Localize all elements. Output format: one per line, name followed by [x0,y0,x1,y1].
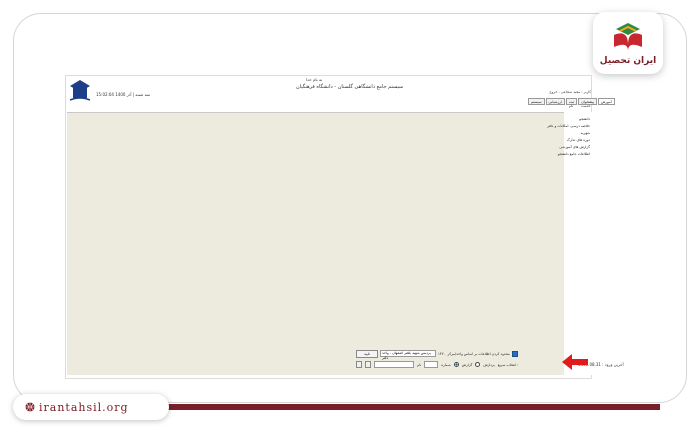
info-button[interactable] [365,361,371,368]
unit-select[interactable]: پردیس شهید باهنر اصفهان - واحد دکتر [380,350,436,360]
header-basmala: به نام خدا [306,77,323,82]
filter-row: تایید پردیس شهید باهنر اصفهان - واحد دکت… [356,349,518,360]
brand-logo: ایران تحصیل [593,12,663,74]
page-title: سیستم جامع دانشگاهی گلستان - دانشگاه فره… [296,84,404,90]
nav-item-courses[interactable]: دوره های تدارک [508,137,590,144]
nav-item-summary[interactable]: خلاصه درسی، امکانات و دفتر [508,123,590,130]
name-label: نام [417,362,422,367]
report-radio-label: گزارش [461,362,473,367]
nav-item-tuition[interactable]: شهریه [508,130,590,137]
brand-name: ایران تحصیل [599,56,657,66]
quick-select-label: انتخاب سریع : [497,362,519,367]
app-header: به نام خدا سیستم جامع دانشگاهی گلستان - … [66,76,591,101]
book-icon [614,23,642,51]
app-screenshot: به نام خدا سیستم جامع دانشگاهی گلستان - … [65,75,615,379]
nav-menu: دانشجو خلاصه درسی، امکانات و دفتر شهریه … [508,116,590,158]
site-url-pill[interactable]: irantahsil.org [13,394,169,420]
user-menu[interactable]: کاربر : مجید شجاعی - خروج [528,90,591,94]
tab-service-desk[interactable]: پیشخوان خدمت [578,98,598,108]
nav-item-student[interactable]: دانشجو [508,116,590,123]
work-area [67,112,564,375]
tab-registration[interactable]: ثبت نام [565,98,578,108]
number-input[interactable] [424,361,439,368]
footer-bar [160,404,660,410]
globe-icon [25,402,35,412]
quick-select-row: نام شماره گزارش پردازش انتخاب سریع : [356,360,518,369]
tab-education[interactable]: آموزش [598,98,615,105]
limit-checkbox[interactable] [511,350,518,357]
unit-code: ۱۴۲۰ [438,351,446,356]
site-url: irantahsil.org [39,400,129,414]
red-arrow-icon [562,354,588,370]
number-label: شماره [441,362,451,367]
limit-checkbox-label: محدود کردن اطلاعات بر اساس واحد/مرکز [447,351,510,356]
university-logo-icon [69,80,91,101]
report-radio[interactable] [453,362,459,367]
date-time: 15:02:04 سه شنبه | آذر 1400 [96,92,151,97]
nav-item-reports[interactable]: گزارش های آموزشی [508,144,590,151]
process-radio[interactable] [475,362,481,367]
tab-system[interactable]: سیستم [528,98,545,105]
name-input[interactable] [374,361,414,368]
tab-bar: سیستم ارزشیابی ثبت نام پیشخوان خدمت آموز… [528,98,615,108]
tab-evaluation[interactable]: ارزشیابی [545,98,565,105]
process-radio-label: پردازش [483,362,495,367]
help-button[interactable] [356,361,362,368]
confirm-button[interactable]: تایید [356,349,378,358]
nav-item-student-info[interactable]: اطلاعات جامع دانشجو [508,151,590,158]
